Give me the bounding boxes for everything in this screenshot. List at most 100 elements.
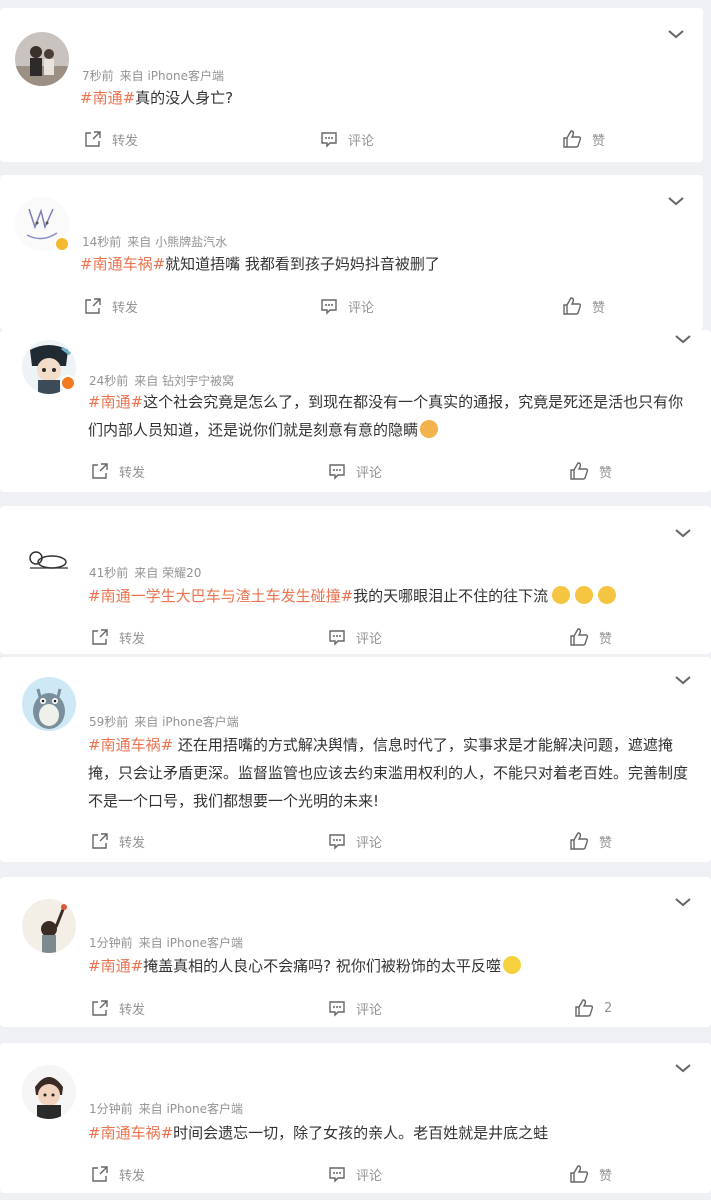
repost-label: 转发	[119, 465, 146, 481]
comment-label: 评论	[356, 835, 383, 851]
post-source: 来自 iPhone客户端	[138, 1102, 243, 1116]
post-text: 我的天哪眼泪止不住的往下流	[353, 587, 549, 605]
verified-badge	[60, 375, 76, 391]
comment-icon	[329, 464, 345, 480]
like-button[interactable]: 赞	[562, 291, 605, 321]
post-card: 1分钟前 来自 iPhone客户端 #南通车祸#时间会遗忘一切，除了女孩的亲人。老…	[0, 1043, 711, 1193]
like-label: 赞	[599, 465, 613, 481]
post-time[interactable]: 24秒前	[89, 374, 128, 388]
repost-button[interactable]: 转发	[91, 622, 145, 652]
comment-label: 评论	[356, 465, 383, 481]
repost-button[interactable]: 转发	[91, 993, 145, 1023]
post-time[interactable]: 1分钟前	[89, 936, 133, 950]
post-source: 来自 iPhone客户端	[119, 69, 224, 83]
repost-label: 转发	[119, 1168, 146, 1184]
post-meta: 1分钟前 来自 iPhone客户端	[89, 934, 249, 951]
hashtag-link[interactable]: #南通#	[80, 89, 135, 107]
like-count: 2	[604, 1000, 613, 1016]
action-bar: 转发 评论 赞	[0, 826, 711, 856]
hashtag-link[interactable]: #南通#	[88, 393, 143, 411]
repost-button[interactable]: 转发	[84, 291, 138, 321]
post-time[interactable]: 59秒前	[89, 715, 128, 729]
like-icon	[563, 130, 582, 148]
post-time[interactable]: 41秒前	[89, 566, 128, 580]
hashtag-link[interactable]: #南通一学生大巴车与渣土车发生碰撞#	[88, 587, 353, 605]
like-button[interactable]: 赞	[569, 622, 612, 652]
post-text: 这个社会究竟是怎么了，到现在都没有一个真实的通报，究竟是死还是活也只有你们内部人…	[88, 393, 684, 439]
action-bar: 转发 评论 2	[0, 993, 711, 1023]
repost-button[interactable]: 转发	[84, 124, 138, 154]
post-text: 真的没人身亡?	[135, 89, 234, 107]
post-card: 24秒前 来自 钻刘宇宁被窝 #南通#这个社会究竟是怎么了，到现在都没有一个真实的…	[0, 330, 711, 492]
comment-button[interactable]: 评论	[320, 291, 374, 321]
comment-button[interactable]: 评论	[328, 1159, 382, 1189]
post-text: 时间会遗忘一切，除了女孩的亲人。老百姓就是井底之蛙	[173, 1124, 549, 1142]
chevron-down-icon[interactable]	[673, 895, 693, 909]
post-meta: 14秒前 来自 小熊牌盐汽水	[82, 233, 233, 250]
avatar[interactable]	[15, 32, 69, 86]
repost-label: 转发	[112, 133, 139, 149]
like-label: 赞	[592, 133, 606, 149]
like-button[interactable]: 赞	[569, 456, 612, 486]
post-source: 来自 iPhone客户端	[134, 715, 239, 729]
post-text: 还在用捂嘴的方式解决舆情，信息时代了，实事求是才能解决问题，遮遮掩掩，只会让矛盾…	[88, 736, 689, 810]
repost-icon	[92, 629, 108, 645]
post-time[interactable]: 1分钟前	[89, 1102, 133, 1116]
post-content: #南通车祸# 还在用捂嘴的方式解决舆情，信息时代了，实事求是才能解决问题，遮遮掩…	[88, 731, 698, 815]
comment-label: 评论	[356, 631, 383, 647]
chevron-down-icon[interactable]	[673, 1061, 693, 1075]
repost-button[interactable]: 转发	[91, 456, 145, 486]
chevron-down-icon[interactable]	[673, 526, 693, 540]
avatar[interactable]	[22, 677, 76, 731]
post-time[interactable]: 14秒前	[82, 235, 121, 249]
repost-icon	[92, 463, 108, 479]
hashtag-link[interactable]: #南通车祸#	[88, 1124, 173, 1142]
post-content: #南通#这个社会究竟是怎么了，到现在都没有一个真实的通报，究竟是死还是活也只有你…	[88, 388, 698, 444]
like-button[interactable]: 赞	[569, 1159, 612, 1189]
like-button[interactable]: 赞	[569, 826, 612, 856]
post-source: 来自 小熊牌盐汽水	[127, 235, 228, 249]
avatar[interactable]	[22, 899, 76, 953]
chevron-down-icon[interactable]	[673, 673, 693, 687]
comment-button[interactable]: 评论	[328, 826, 382, 856]
comment-icon	[329, 834, 345, 850]
comment-label: 评论	[356, 1002, 383, 1018]
post-time[interactable]: 7秒前	[82, 69, 114, 83]
post-content: #南通一学生大巴车与渣土车发生碰撞#我的天哪眼泪止不住的往下流	[88, 582, 698, 610]
avatar[interactable]	[22, 1065, 76, 1119]
like-button[interactable]: 赞	[562, 124, 605, 154]
post-source: 来自 iPhone客户端	[138, 936, 243, 950]
avatar[interactable]	[22, 530, 76, 584]
post-card: 14秒前 来自 小熊牌盐汽水 #南通车祸#就知道捂嘴 我都看到孩子妈妈抖音被删了 …	[0, 175, 703, 330]
comment-button[interactable]: 评论	[328, 622, 382, 652]
comment-label: 评论	[348, 133, 375, 149]
chevron-down-icon[interactable]	[666, 27, 686, 41]
hashtag-link[interactable]: #南通车祸#	[88, 736, 173, 754]
comment-button[interactable]: 评论	[328, 456, 382, 486]
like-label: 赞	[599, 1168, 613, 1184]
like-label: 赞	[599, 631, 613, 647]
comment-button[interactable]: 评论	[328, 993, 382, 1023]
post-card: 7秒前 来自 iPhone客户端 #南通#真的没人身亡? 转发 评论 赞	[0, 8, 703, 162]
like-icon	[570, 628, 589, 646]
repost-label: 转发	[119, 835, 146, 851]
comment-icon	[329, 630, 345, 646]
repost-button[interactable]: 转发	[91, 826, 145, 856]
like-label: 赞	[592, 300, 606, 316]
chevron-down-icon[interactable]	[673, 332, 693, 346]
comment-button[interactable]: 评论	[320, 124, 374, 154]
repost-label: 转发	[119, 631, 146, 647]
hashtag-link[interactable]: #南通车祸#	[80, 255, 165, 273]
comment-icon	[321, 299, 337, 315]
hashtag-link[interactable]: #南通#	[88, 957, 143, 975]
post-content: #南通#真的没人身亡?	[80, 84, 690, 112]
post-card: 1分钟前 来自 iPhone客户端 #南通#掩盖真相的人良心不会痛吗? 祝你们被粉…	[0, 877, 711, 1027]
chevron-down-icon[interactable]	[666, 194, 686, 208]
like-button[interactable]: 2	[574, 993, 612, 1023]
action-bar: 转发 评论 赞	[0, 622, 711, 652]
repost-button[interactable]: 转发	[91, 1159, 145, 1189]
crying-emoji-icon	[552, 586, 571, 604]
smile-emoji-icon	[502, 956, 521, 974]
comment-icon	[329, 1001, 345, 1017]
action-bar: 转发 评论 赞	[0, 1159, 711, 1189]
